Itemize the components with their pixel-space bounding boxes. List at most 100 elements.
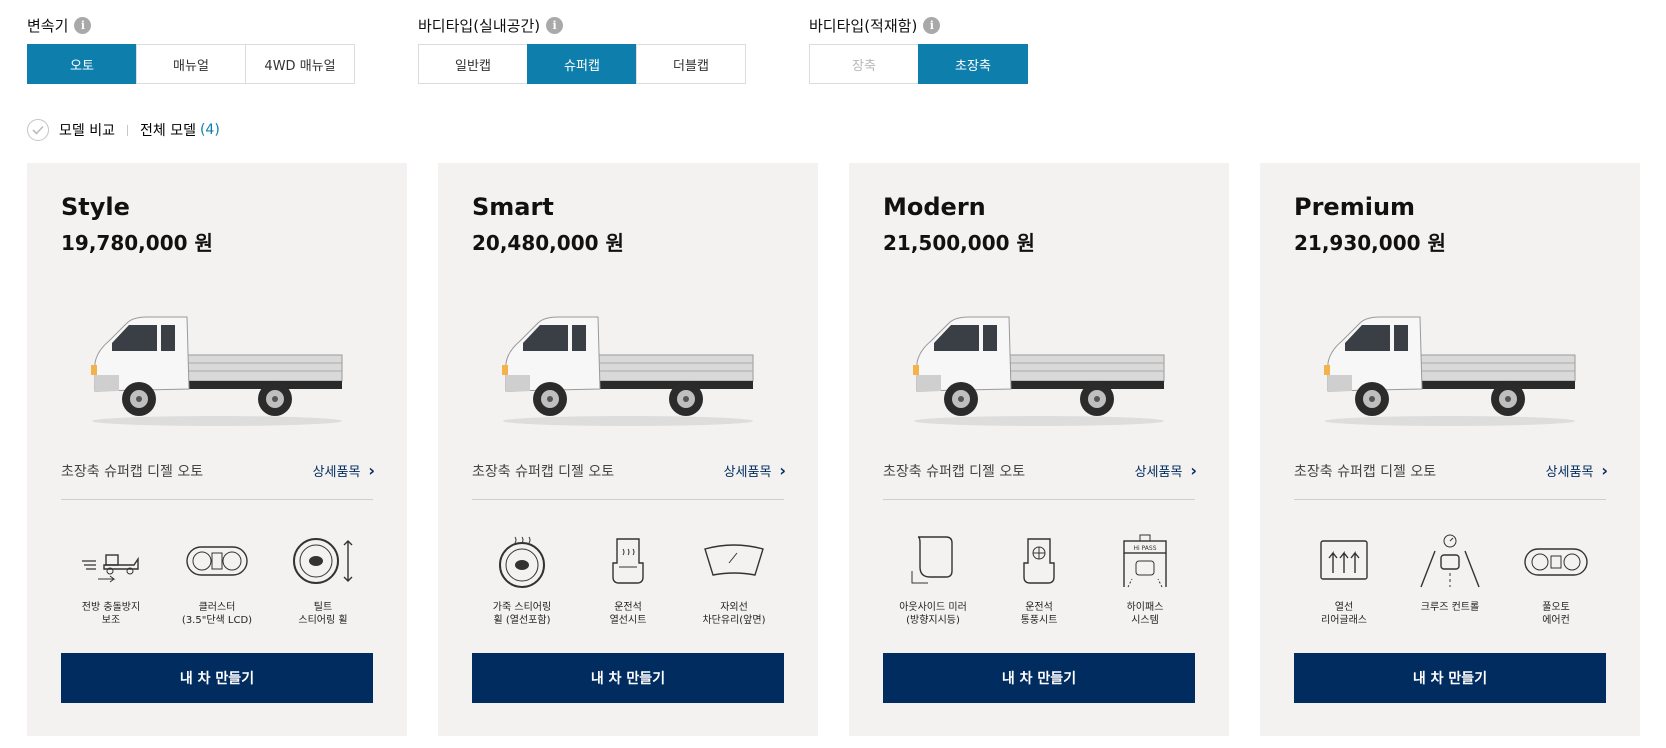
cruise-control-icon <box>1415 533 1485 593</box>
feature-label: 하이패스 시스템 <box>1126 602 1164 626</box>
divider <box>1294 499 1606 500</box>
build-my-car-button[interactable]: 내 차 만들기 <box>1294 653 1606 703</box>
feature-label: 전방 충돌방지 보조 <box>81 602 141 626</box>
info-icon[interactable]: i <box>546 16 564 34</box>
trim-price: 21,930,000 원 <box>1294 231 1446 255</box>
feature-item: 전방 충돌방지 보조 <box>61 533 161 627</box>
feature-item: 크루즈 컨트롤 <box>1400 533 1500 627</box>
feature-item: 가죽 스티어링 휠 (열선포함) <box>472 533 572 627</box>
hipass-icon: Hi PASS <box>1110 533 1180 593</box>
trim-card-modern: Modern 21,500,000 원 초장축 슈퍼캡 디젤 오토 상세품목 ›… <box>849 163 1229 736</box>
cabin-options: 일반캡 슈퍼캡 더블캡 <box>418 44 746 84</box>
build-my-car-button[interactable]: 내 차 만들기 <box>472 653 784 703</box>
chevron-right-icon: › <box>1601 461 1608 480</box>
option-4wd-manual[interactable]: 4WD 매뉴얼 <box>245 44 355 84</box>
divider <box>472 499 784 500</box>
feature-list: 전방 충돌방지 보조 클러스터 (3.5"단색 LCD) 틸트 스티어링 휠 <box>61 533 373 627</box>
feature-item: 아웃사이드 미러 (방향지시등) <box>883 533 983 627</box>
check-icon <box>32 125 44 135</box>
truck-image <box>1324 316 1576 426</box>
trim-description: 초장축 슈퍼캡 디젤 오토 <box>1294 464 1437 480</box>
detail-link[interactable]: 상세품목 › <box>724 461 786 480</box>
option-super-cab[interactable]: 슈퍼캡 <box>527 44 637 84</box>
detail-link[interactable]: 상세품목 › <box>1546 461 1608 480</box>
filter-cabin: 바디타입(실내공간) i 일반캡 슈퍼캡 더블캡 <box>418 14 746 84</box>
detail-link[interactable]: 상세품목 › <box>313 461 375 480</box>
cluster-icon <box>182 533 252 593</box>
option-double-cab[interactable]: 더블캡 <box>636 44 746 84</box>
truck-image <box>913 316 1165 426</box>
feature-item: Hi PASS 하이패스 시스템 <box>1095 533 1195 627</box>
info-icon[interactable]: i <box>923 16 941 34</box>
filter-cargo: 바디타입(적재함) i 장축 초장축 <box>809 14 1028 84</box>
chevron-right-icon: › <box>368 461 375 480</box>
build-my-car-button[interactable]: 내 차 만들기 <box>883 653 1195 703</box>
info-icon[interactable]: i <box>74 16 92 34</box>
cargo-options: 장축 초장축 <box>809 44 1028 84</box>
compare-row: 모델 비교 전체 모델 (4) <box>27 119 220 141</box>
feature-list: 아웃사이드 미러 (방향지시등) 운전석 통풍시트 Hi PASS 하이패스 시… <box>883 533 1195 627</box>
divider <box>126 124 128 136</box>
chevron-right-icon: › <box>1190 461 1197 480</box>
feature-item: 운전석 열선시트 <box>578 533 678 627</box>
feature-label: 클러스터 (3.5"단색 LCD) <box>181 602 253 626</box>
detail-link-label: 상세품목 <box>312 465 361 480</box>
feature-label: 자외선 차단유리(앞면) <box>702 602 766 626</box>
divider <box>61 499 373 500</box>
side-mirror-icon <box>898 533 968 593</box>
filter-transmission: 변속기 i 오토 매뉴얼 4WD 매뉴얼 <box>27 14 355 84</box>
option-manual[interactable]: 매뉴얼 <box>136 44 246 84</box>
truck-image <box>91 316 343 426</box>
build-my-car-button[interactable]: 내 차 만들기 <box>61 653 373 703</box>
filter-title: 변속기 <box>27 16 69 35</box>
heated-steering-icon <box>487 533 557 593</box>
feature-label: 크루즈 컨트롤 <box>1420 602 1480 613</box>
trim-price: 20,480,000 원 <box>472 231 624 255</box>
option-extra-long-bed[interactable]: 초장축 <box>918 44 1028 84</box>
collision-avoidance-icon <box>76 533 146 593</box>
option-regular-cab[interactable]: 일반캡 <box>418 44 528 84</box>
feature-item: 운전석 통풍시트 <box>989 533 1089 627</box>
chevron-right-icon: › <box>779 461 786 480</box>
filter-title: 바디타입(적재함) <box>809 16 918 35</box>
uv-glass-icon <box>699 533 769 593</box>
detail-link-label: 상세품목 <box>1134 465 1183 480</box>
feature-label: 가죽 스티어링 휠 (열선포함) <box>492 602 552 626</box>
auto-aircon-icon <box>1521 533 1591 593</box>
feature-list: 가죽 스티어링 휠 (열선포함) 운전석 열선시트 자외선 차단유리(앞면) <box>472 533 784 627</box>
compare-label[interactable]: 모델 비교 <box>59 120 115 140</box>
feature-item: 풀오토 에어컨 <box>1506 533 1606 627</box>
trim-description: 초장축 슈퍼캡 디젤 오토 <box>472 464 615 480</box>
option-auto[interactable]: 오토 <box>27 44 137 84</box>
trim-description: 초장축 슈퍼캡 디젤 오토 <box>61 464 204 480</box>
all-models-label[interactable]: 전체 모델 <box>140 120 196 140</box>
trim-card-smart: Smart 20,480,000 원 초장축 슈퍼캡 디젤 오토 상세품목 › … <box>438 163 818 736</box>
heated-seat-icon <box>593 533 663 593</box>
trim-name: Style <box>61 193 130 221</box>
feature-list: 열선 리어글래스 크루즈 컨트롤 풀오토 에어컨 <box>1294 533 1606 627</box>
feature-label: 아웃사이드 미러 (방향지시등) <box>899 602 967 626</box>
rear-defrost-icon <box>1309 533 1379 593</box>
feature-item: 클러스터 (3.5"단색 LCD) <box>167 533 267 627</box>
feature-label: 틸트 스티어링 휠 <box>298 602 348 626</box>
feature-label: 운전석 통풍시트 <box>1020 602 1058 626</box>
option-long-bed[interactable]: 장축 <box>809 44 919 84</box>
trim-price: 21,500,000 원 <box>883 231 1035 255</box>
ventilated-seat-icon <box>1004 533 1074 593</box>
transmission-options: 오토 매뉴얼 4WD 매뉴얼 <box>27 44 355 84</box>
detail-link[interactable]: 상세품목 › <box>1135 461 1197 480</box>
compare-checkbox[interactable] <box>27 119 49 141</box>
trim-description: 초장축 슈퍼캡 디젤 오토 <box>883 464 1026 480</box>
tilt-steering-icon <box>288 533 358 593</box>
detail-link-label: 상세품목 <box>723 465 772 480</box>
trim-card-style: Style 19,780,000 원 초장축 슈퍼캡 디젤 오토 상세품목 › … <box>27 163 407 736</box>
divider <box>883 499 1195 500</box>
feature-label: 열선 리어글래스 <box>1321 602 1367 626</box>
svg-text:Hi PASS: Hi PASS <box>1133 545 1156 552</box>
trim-name: Modern <box>883 193 986 221</box>
feature-label: 풀오토 에어컨 <box>1542 602 1570 626</box>
feature-item: 틸트 스티어링 휠 <box>273 533 373 627</box>
model-count: (4) <box>199 122 220 138</box>
trim-price: 19,780,000 원 <box>61 231 213 255</box>
feature-item: 자외선 차단유리(앞면) <box>684 533 784 627</box>
